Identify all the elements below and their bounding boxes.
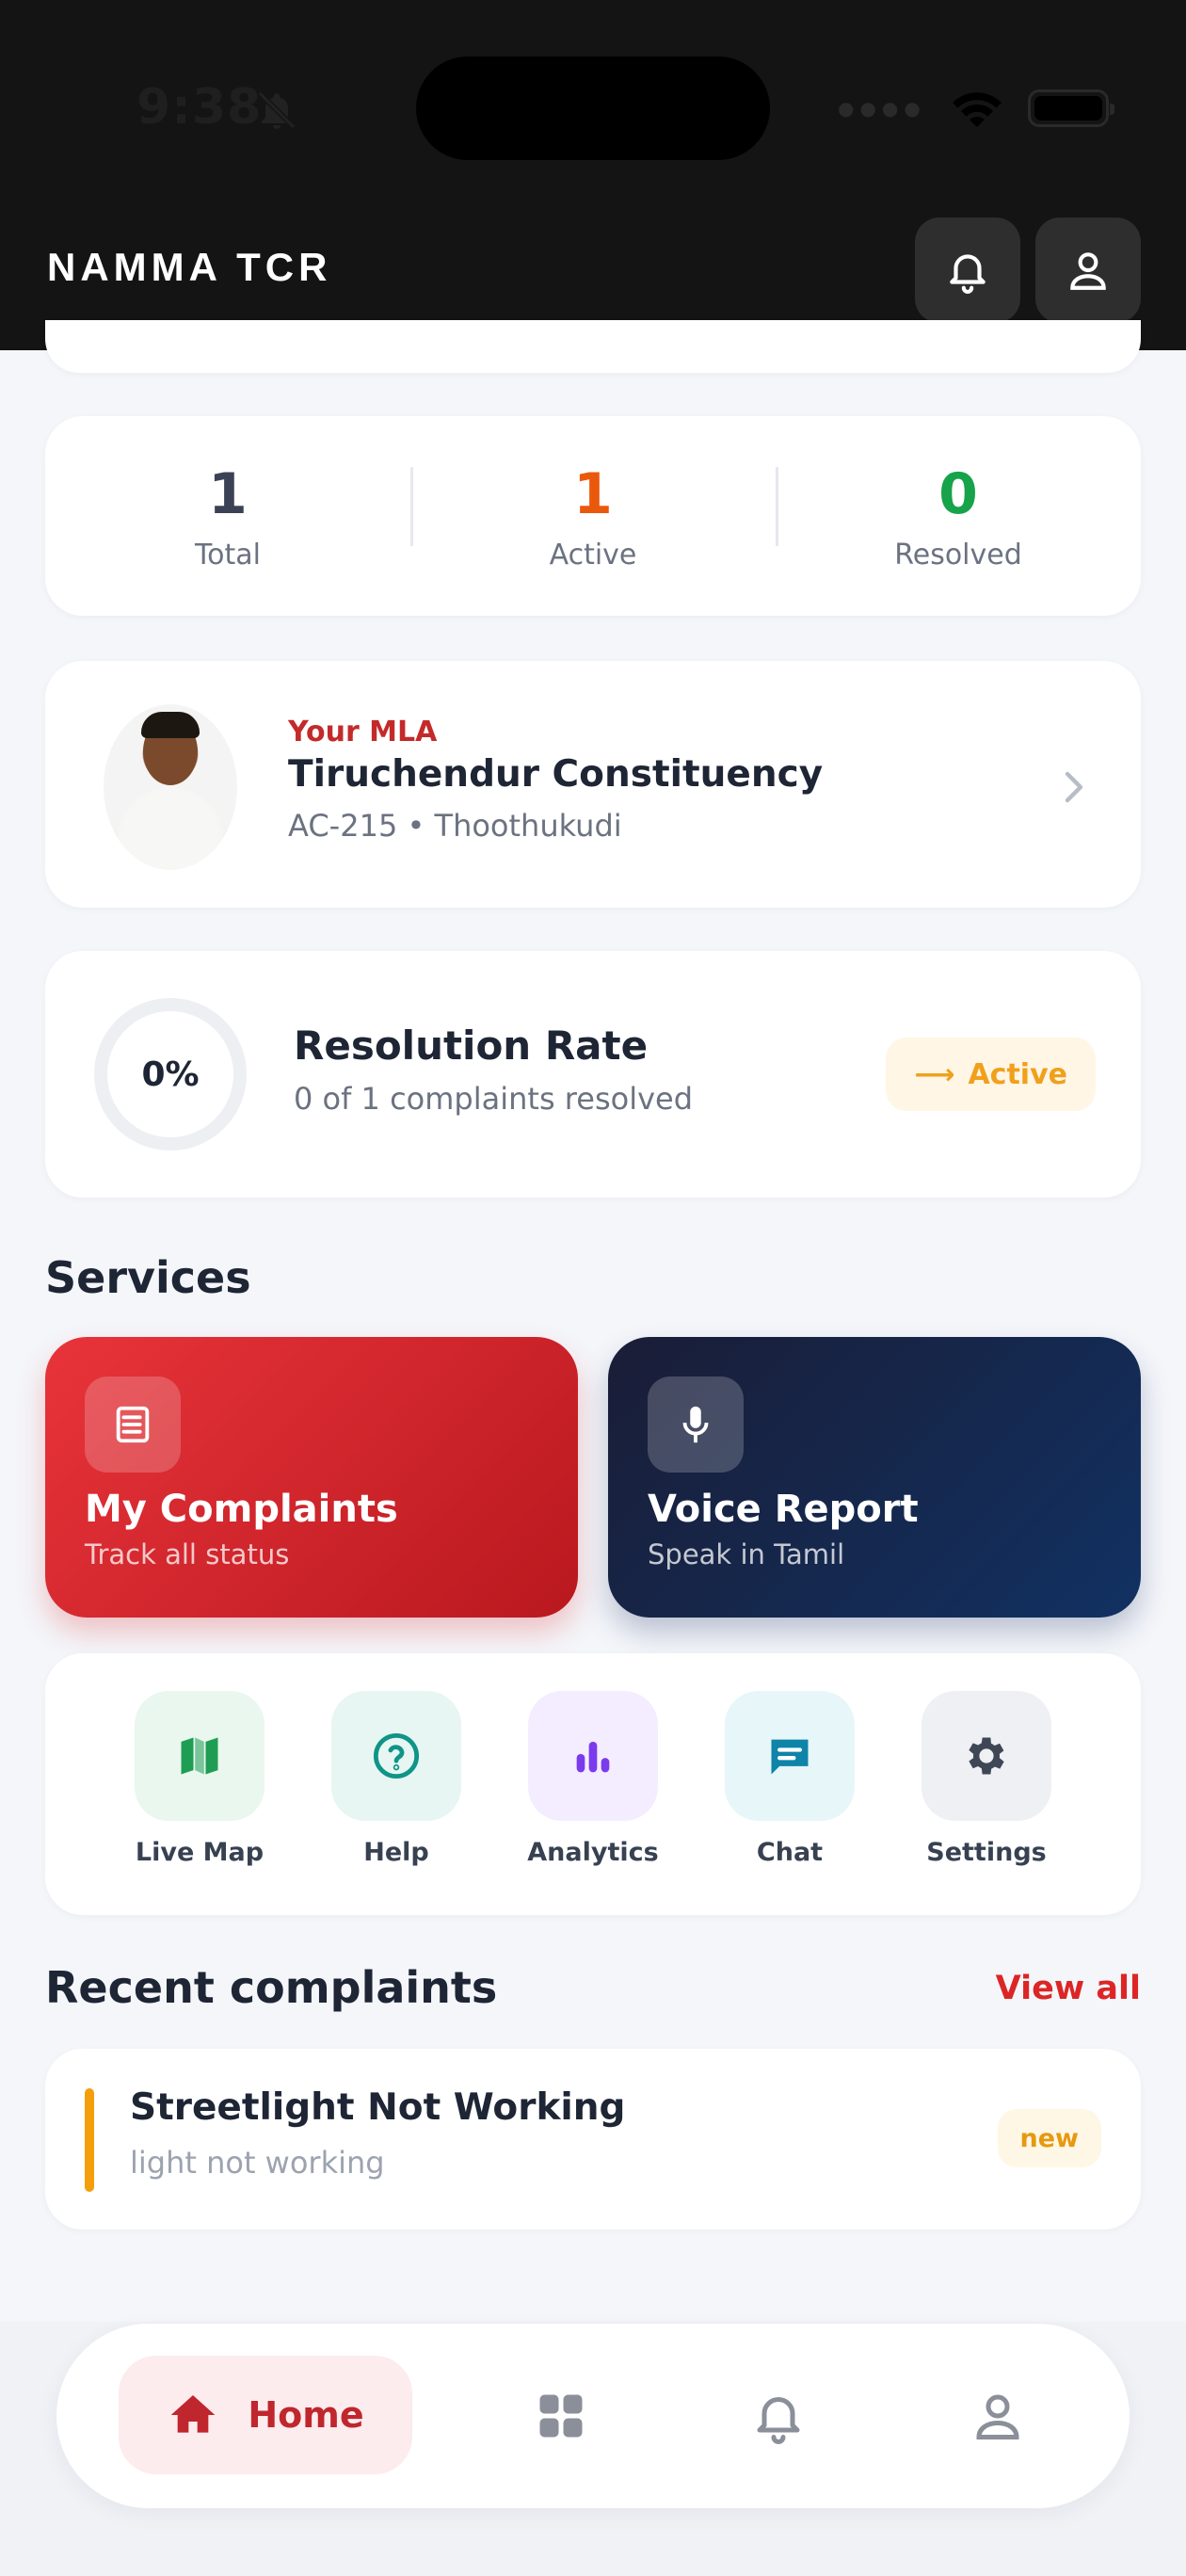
view-all-link[interactable]: View all <box>996 1970 1141 2007</box>
bell-icon <box>950 254 986 294</box>
status-badge-label: Active <box>968 1057 1067 1091</box>
grid-icon <box>539 2394 583 2438</box>
status-badge: ⟶ Active <box>886 1038 1096 1111</box>
microphone-icon <box>648 1377 744 1473</box>
mla-detail: AC-215 • Thoothukudi <box>288 808 622 844</box>
stat-value: 1 <box>573 460 613 527</box>
bell-icon <box>757 2397 800 2444</box>
quick-actions-card: Live Map Help Analytics Chat Settings <box>45 1653 1141 1915</box>
recent-complaints-title: Recent complaints <box>45 1962 498 2013</box>
resolution-card: 0% Resolution Rate 0 of 1 complaints res… <box>45 951 1141 1198</box>
nav-profile[interactable] <box>970 2388 1026 2444</box>
analytics-icon <box>528 1691 658 1821</box>
services-title: Services <box>45 1252 251 1303</box>
tile-subtitle: Track all status <box>85 1538 290 1570</box>
previous-card-edge <box>45 320 1141 373</box>
chevron-right-icon <box>1065 771 1083 803</box>
quick-action-chat[interactable]: Chat <box>705 1691 874 1867</box>
top-bar: 9:38 ●●●● NAMMA TCR <box>0 0 1186 350</box>
profile-button[interactable] <box>1035 217 1141 323</box>
quick-action-label: Settings <box>926 1838 1047 1867</box>
resolution-ring: 0% <box>94 998 247 1151</box>
bell-muted-icon <box>257 90 296 130</box>
stat-value: 0 <box>938 460 978 527</box>
mla-card[interactable]: Your MLA Tiruchendur Constituency AC-215… <box>45 661 1141 908</box>
status-time: 9:38 <box>136 79 263 136</box>
complaint-stats-card: 1 Total 1 Active 0 Resolved <box>45 416 1141 616</box>
quick-action-label: Live Map <box>135 1838 264 1867</box>
quick-action-live-map[interactable]: Live Map <box>115 1691 284 1867</box>
mla-tag: Your MLA <box>288 716 438 749</box>
quick-action-label: Help <box>363 1838 429 1867</box>
resolution-title: Resolution Rate <box>294 1022 649 1069</box>
nav-home[interactable]: Home <box>119 2356 412 2474</box>
quick-action-label: Analytics <box>527 1838 659 1867</box>
dynamic-island <box>416 56 770 160</box>
priority-indicator <box>85 2088 94 2192</box>
nav-dashboard[interactable] <box>533 2388 589 2444</box>
arrow-right-icon: ⟶ <box>914 1057 955 1091</box>
signal-icon: ●●●● <box>838 97 926 120</box>
nav-home-label: Home <box>248 2394 364 2436</box>
stat-label: Total <box>194 538 262 572</box>
nav-notifications[interactable] <box>750 2388 807 2444</box>
mla-constituency: Tiruchendur Constituency <box>288 753 824 796</box>
user-icon <box>1070 252 1106 290</box>
quick-action-help[interactable]: Help <box>312 1691 481 1867</box>
stat-value: 1 <box>208 460 248 527</box>
status-badge: new <box>997 2109 1101 2167</box>
voice-report-tile[interactable]: Voice Report Speak in Tamil <box>608 1337 1141 1618</box>
home-icon <box>171 2395 216 2433</box>
wifi-icon <box>952 92 1002 127</box>
my-complaints-tile[interactable]: My Complaints Track all status <box>45 1337 578 1618</box>
chat-icon <box>725 1691 855 1821</box>
complaint-list-item[interactable]: Streetlight Not Working light not workin… <box>45 2049 1141 2230</box>
app-title: NAMMA TCR <box>47 245 332 289</box>
quick-action-label: Chat <box>756 1838 824 1867</box>
status-indicators: ●●●● <box>838 85 1114 132</box>
mla-avatar <box>104 704 237 870</box>
map-icon <box>135 1691 264 1821</box>
stat-label: Resolved <box>894 538 1022 572</box>
battery-icon <box>1027 89 1114 127</box>
document-list-icon <box>85 1377 181 1473</box>
tile-title: My Complaints <box>85 1488 398 1531</box>
complaint-title: Streetlight Not Working <box>130 2086 626 2129</box>
stat-total[interactable]: 1 Total <box>45 461 410 572</box>
tile-title: Voice Report <box>648 1488 919 1531</box>
quick-action-analytics[interactable]: Analytics <box>508 1691 678 1867</box>
stat-label: Active <box>549 538 637 572</box>
tile-subtitle: Speak in Tamil <box>648 1538 845 1570</box>
stat-active[interactable]: 1 Active <box>410 461 776 572</box>
help-icon <box>331 1691 461 1821</box>
bottom-nav: Home <box>56 2324 1130 2508</box>
complaint-description: light not working <box>130 2145 385 2181</box>
resolution-percent: 0% <box>141 1055 200 1094</box>
user-icon <box>976 2394 1019 2439</box>
gear-icon <box>922 1691 1051 1821</box>
resolution-subtitle: 0 of 1 complaints resolved <box>294 1081 694 1117</box>
quick-action-settings[interactable]: Settings <box>902 1691 1071 1867</box>
stat-resolved[interactable]: 0 Resolved <box>776 461 1141 572</box>
notifications-button[interactable] <box>915 217 1020 323</box>
